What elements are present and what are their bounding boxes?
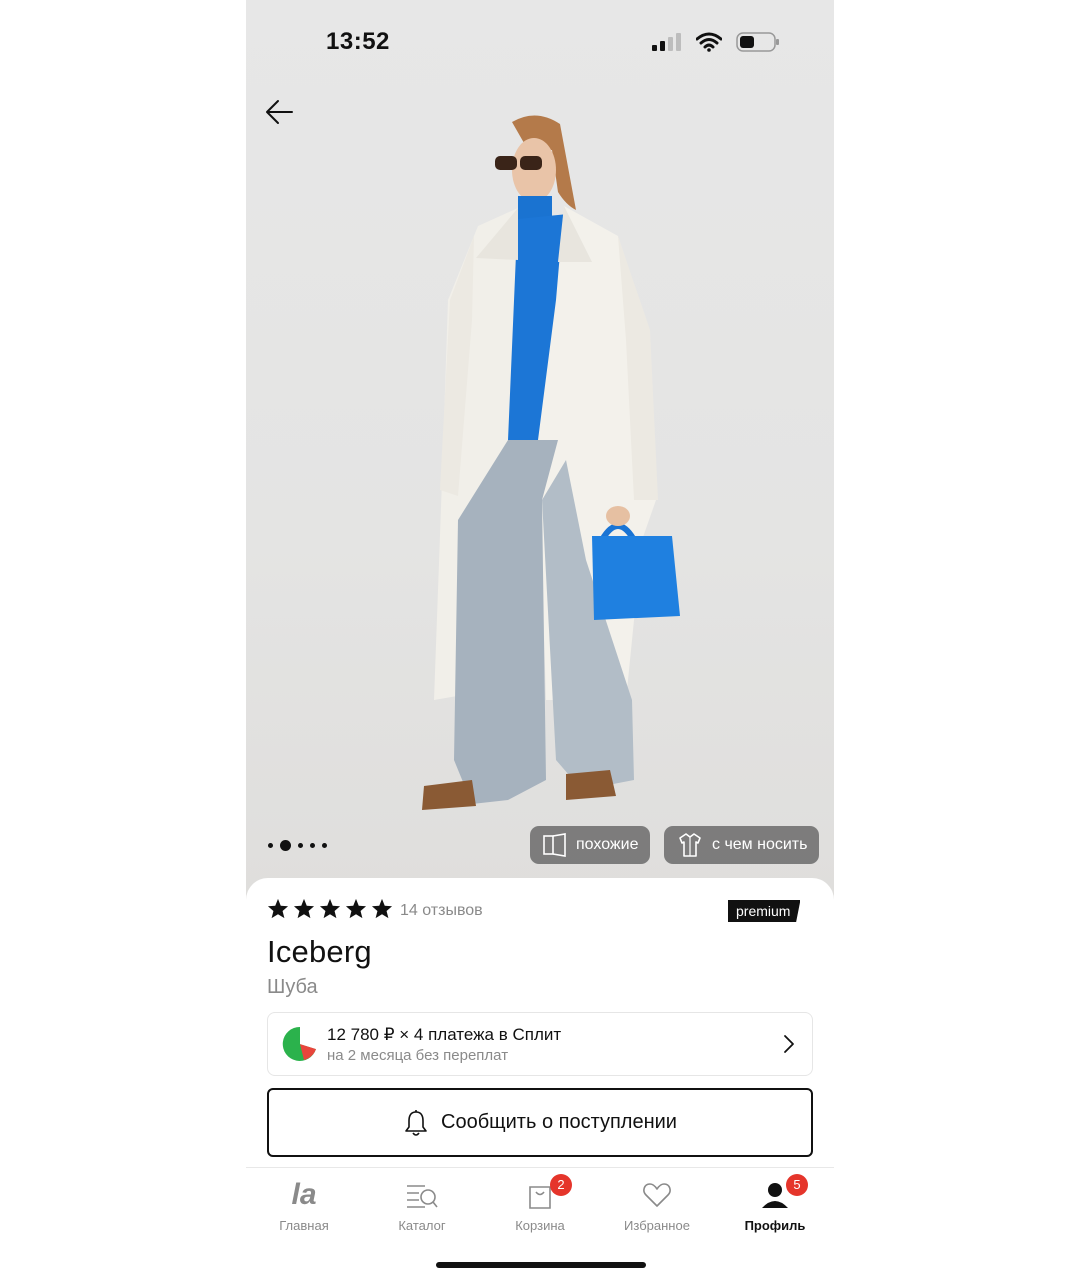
tab-profile[interactable]: 5 Профиль — [725, 1174, 825, 1233]
pager-dot[interactable] — [322, 843, 327, 848]
split-logo-icon — [282, 1026, 316, 1061]
pager-dot[interactable] — [310, 843, 315, 848]
catalog-search-icon — [407, 1185, 438, 1208]
back-button[interactable] — [262, 94, 298, 130]
star-icon — [371, 898, 393, 919]
pager-dot[interactable] — [268, 843, 273, 848]
split-installment-text: 12 780 ₽ × 4 платежа в Сплит — [327, 1025, 562, 1044]
star-icon — [293, 898, 315, 919]
notify-arrival-label: Сообщить о поступлении — [441, 1111, 677, 1133]
arrow-left-icon — [266, 100, 293, 124]
tab-catalog-label: Каталог — [398, 1218, 446, 1233]
bell-icon — [405, 1109, 427, 1136]
tab-cart-label: Корзина — [515, 1218, 565, 1233]
premium-badge: premium — [728, 900, 801, 922]
gallery-pager[interactable] — [268, 840, 327, 851]
reviews-link[interactable]: 14 отзывов — [400, 902, 483, 920]
tab-catalog[interactable]: Каталог — [372, 1178, 472, 1233]
split-terms-text: на 2 месяца без переплат — [327, 1047, 509, 1064]
tab-home[interactable]: la Главная — [254, 1178, 354, 1233]
product-title: Шуба — [267, 976, 318, 998]
cards-icon — [543, 833, 566, 857]
tab-favorites-label: Избранное — [624, 1218, 690, 1233]
cellular-signal-icon — [652, 33, 681, 51]
tab-profile-label: Профиль — [744, 1218, 806, 1233]
tab-favorites[interactable]: Избранное — [607, 1178, 707, 1233]
lamoda-logo-icon: la — [291, 1178, 317, 1211]
star-icon — [267, 898, 289, 919]
wifi-icon — [696, 32, 722, 52]
product-page: 13:52 похожие с чем носить 14 отзывов pr… — [246, 0, 834, 1280]
battery-icon — [736, 32, 779, 52]
status-icons — [652, 32, 780, 52]
status-bar: 13:52 — [246, 0, 834, 86]
profile-badge: 5 — [786, 1174, 808, 1196]
tab-cart[interactable]: 2 Корзина — [490, 1174, 590, 1233]
chevron-right-icon — [784, 1035, 794, 1053]
product-photo[interactable] — [246, 0, 834, 900]
star-icon — [345, 898, 367, 919]
model-illustration — [422, 115, 680, 810]
what-to-wear-label: с чем носить — [712, 836, 808, 853]
outfit-icon — [679, 833, 701, 857]
product-brand[interactable]: Iceberg — [267, 934, 372, 970]
home-indicator[interactable] — [436, 1262, 646, 1268]
rating-stars[interactable] — [267, 898, 393, 919]
split-payment-card[interactable]: 12 780 ₽ × 4 платежа в Сплит на 2 месяца… — [267, 1012, 813, 1076]
pager-dot[interactable] — [298, 843, 303, 848]
what-to-wear-button[interactable]: с чем носить — [664, 826, 820, 864]
notify-arrival-button[interactable]: Сообщить о поступлении — [267, 1088, 813, 1157]
star-icon — [319, 898, 341, 919]
status-time: 13:52 — [326, 28, 390, 55]
heart-icon — [643, 1183, 671, 1207]
pager-dot-active[interactable] — [280, 840, 291, 851]
cart-badge: 2 — [550, 1174, 572, 1196]
similar-button[interactable]: похожие — [530, 826, 651, 864]
tab-home-label: Главная — [279, 1218, 329, 1233]
similar-label: похожие — [576, 836, 639, 853]
